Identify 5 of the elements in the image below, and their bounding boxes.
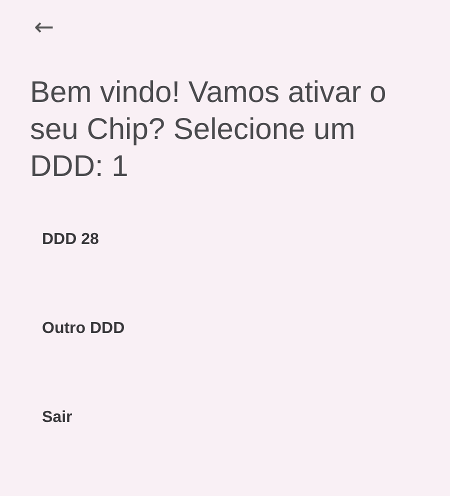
heading: Bem vindo! Vamos ativar o seu Chip? Selecione um DDD: 1 [30, 75, 388, 185]
back-button[interactable]: ← [28, 12, 60, 42]
menu-option[interactable]: Outro DDD [42, 317, 125, 341]
menu-option[interactable]: DDD 28 [42, 228, 99, 252]
menu-option[interactable]: Sair [42, 406, 72, 430]
